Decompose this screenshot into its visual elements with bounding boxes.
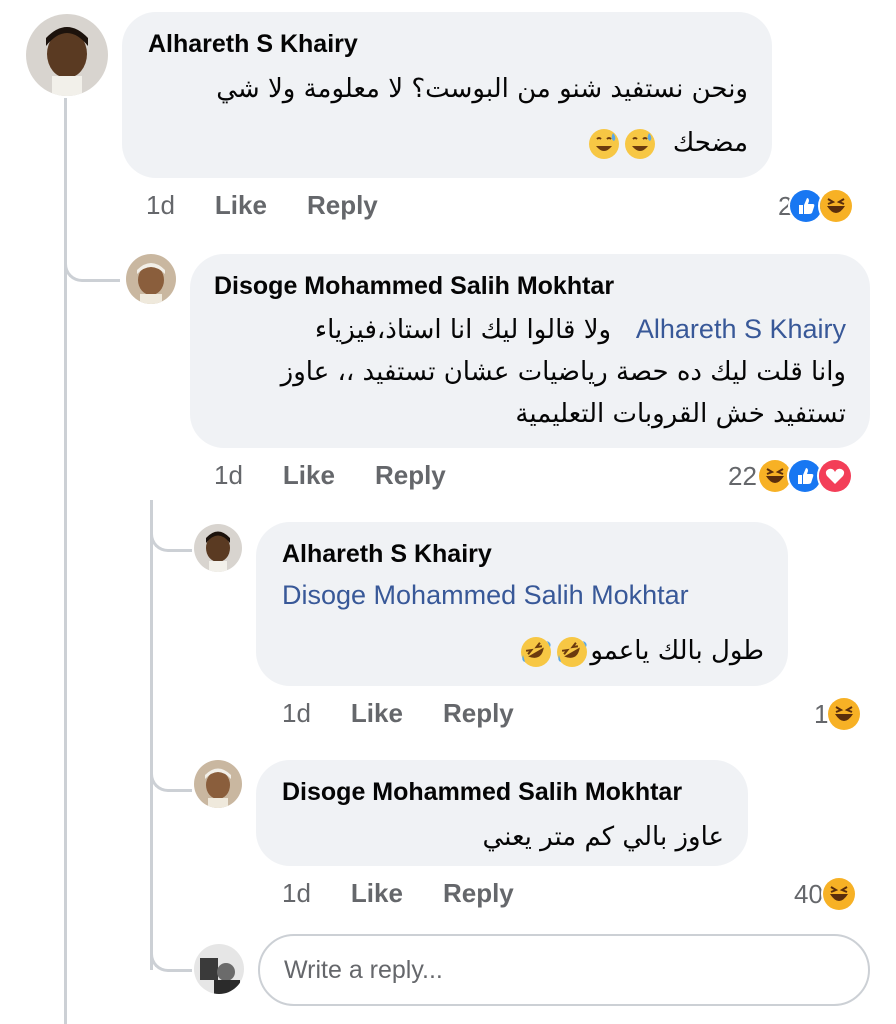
reply-input[interactable]: Write a reply...	[258, 934, 870, 1006]
like-button[interactable]: Like	[351, 878, 403, 909]
comment-author[interactable]: Alhareth S Khairy	[282, 540, 492, 569]
reply-button[interactable]: Reply	[307, 190, 378, 221]
comment-text: ونحن نستفيد شنو من البوست؟ لا معلومة ولا…	[140, 68, 748, 164]
like-button[interactable]: Like	[283, 460, 335, 491]
reply-button[interactable]: Reply	[375, 460, 446, 491]
timestamp[interactable]: 1d	[146, 190, 175, 221]
reply-input-placeholder: Write a reply...	[284, 955, 443, 984]
haha-icon	[818, 188, 855, 224]
comment-actions: 1d Like Reply	[282, 878, 514, 909]
comment-line: ونحن نستفيد شنو من البوست؟ لا معلومة ولا…	[216, 74, 748, 104]
comment-line: طول بالك ياعمو	[276, 630, 764, 672]
comment-line: وانا قلت ليك ده حصة رياضيات عشان تستفيد …	[280, 357, 846, 387]
reply-button[interactable]: Reply	[443, 698, 514, 729]
avatar[interactable]	[126, 254, 176, 304]
timestamp[interactable]: 1d	[282, 878, 311, 909]
thread-curve-4	[150, 920, 192, 972]
comment-line-text: مضحك	[672, 128, 748, 158]
sweat-smile-emoji	[587, 127, 621, 161]
rofl-emoji	[519, 635, 553, 669]
comment-text: طول بالك ياعمو	[276, 630, 764, 672]
mention-link[interactable]: Alhareth S Khairy	[636, 314, 846, 344]
love-icon	[816, 458, 853, 494]
comment-actions: 1d Like Reply	[282, 698, 514, 729]
comment-author[interactable]: Alhareth S Khairy	[148, 30, 358, 59]
comment-text: عاوز بالي كم متر يعني	[276, 816, 724, 858]
avatar[interactable]	[26, 14, 108, 96]
comment-line-text: طول بالك ياعمو	[590, 636, 764, 666]
comment-line: تستفيد خش القروبات التعليمية	[515, 399, 846, 429]
reaction-summary[interactable]: 40	[794, 876, 857, 912]
comment-author[interactable]: Disoge Mohammed Salih Mokhtar	[214, 272, 614, 301]
reaction-summary[interactable]: 1	[814, 696, 863, 732]
timestamp[interactable]: 1d	[282, 698, 311, 729]
haha-icon	[820, 876, 857, 912]
comment-actions: 1d Like Reply	[214, 460, 446, 491]
current-user-avatar	[194, 944, 244, 994]
like-button[interactable]: Like	[351, 698, 403, 729]
thread-curve-1	[64, 230, 120, 282]
like-button[interactable]: Like	[215, 190, 267, 221]
comment-author[interactable]: Disoge Mohammed Salih Mokhtar	[282, 778, 682, 807]
reply-button[interactable]: Reply	[443, 878, 514, 909]
timestamp[interactable]: 1d	[214, 460, 243, 491]
mention-link[interactable]: Disoge Mohammed Salih Mokhtar	[282, 580, 689, 611]
reaction-count: 22	[728, 460, 757, 491]
reaction-summary[interactable]: 2	[778, 188, 855, 224]
thread-curve-2	[150, 500, 192, 552]
thread-curve-3	[150, 740, 192, 792]
comment-text: Alhareth S Khairy ولا قالوا ليك انا استا…	[206, 308, 846, 435]
haha-icon	[826, 696, 863, 732]
reaction-summary[interactable]: 22	[728, 458, 853, 494]
rofl-emoji	[555, 635, 589, 669]
avatar[interactable]	[194, 524, 242, 572]
reaction-count: 40	[794, 878, 823, 909]
comment-line: مضحك	[140, 122, 748, 164]
comment-actions: 1d Like Reply	[146, 190, 378, 221]
comment-line: عاوز بالي كم متر يعني	[482, 822, 724, 852]
comment-line-text: ولا قالوا ليك انا استاذ،فيزياء	[314, 315, 612, 345]
avatar[interactable]	[194, 760, 242, 808]
thread-line-nested	[150, 500, 153, 970]
sweat-smile-emoji	[623, 127, 657, 161]
comment-line: Alhareth S Khairy ولا قالوا ليك انا استا…	[206, 308, 846, 351]
